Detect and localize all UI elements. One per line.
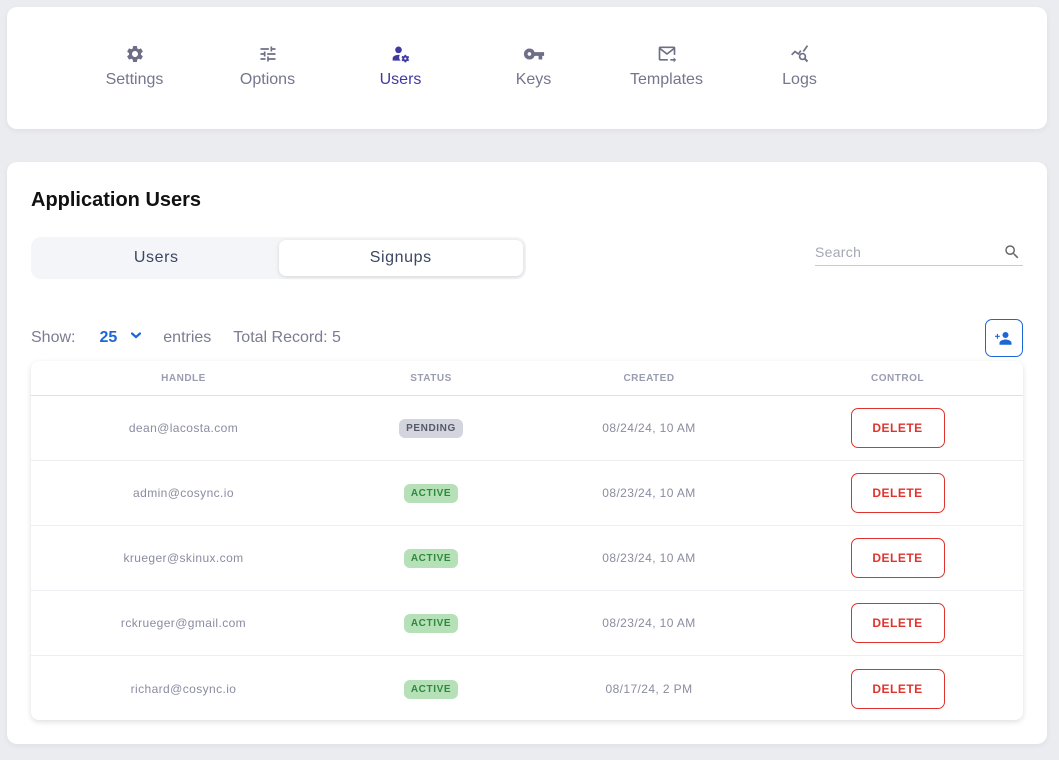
mail-forward-icon [656, 43, 678, 65]
delete-button[interactable]: DELETE [850, 603, 945, 643]
created-date: 08/24/24, 10 AM [602, 421, 696, 435]
search-icon[interactable] [1003, 243, 1021, 261]
nav-label: Logs [782, 71, 817, 88]
search-field [815, 239, 1023, 266]
nav-label: Keys [515, 71, 552, 88]
tab-signups[interactable]: Signups [278, 240, 523, 276]
add-user-button[interactable] [985, 319, 1023, 357]
gear-icon [124, 43, 146, 65]
page-size-select[interactable]: 25 [99, 329, 117, 347]
user-gear-icon [390, 43, 412, 65]
column-header-status[interactable]: STATUS [336, 373, 526, 384]
nav-card: Settings Options Users Keys Templates Lo… [7, 7, 1047, 129]
user-handle: admin@cosync.io [133, 486, 234, 500]
status-badge: PENDING [399, 419, 463, 438]
nav-item-options[interactable]: Options [201, 43, 334, 89]
page-title: Application Users [31, 189, 202, 211]
nav-item-templates[interactable]: Templates [600, 43, 733, 89]
user-type-tabs: Users Signups [31, 237, 526, 279]
users-table: HANDLE STATUS CREATED CONTROL dean@lacos… [31, 361, 1023, 720]
pagination-controls: Show: 25 entries Total Record: 5 [31, 328, 341, 348]
user-handle: dean@lacosta.com [128, 421, 239, 435]
table-row: dean@lacosta.com PENDING 08/24/24, 10 AM… [31, 396, 1023, 461]
status-badge: ACTIVE [403, 484, 459, 503]
sliders-icon [257, 43, 279, 65]
show-label: Show: [31, 329, 76, 346]
entries-label: entries [163, 329, 212, 346]
nav-item-users[interactable]: Users [334, 43, 467, 89]
chart-search-icon [789, 43, 811, 65]
table-row: rckrueger@gmail.com ACTIVE 08/23/24, 10 … [31, 591, 1023, 656]
column-header-created[interactable]: CREATED [526, 373, 772, 384]
table-header: HANDLE STATUS CREATED CONTROL [31, 361, 1023, 396]
created-date: 08/23/24, 10 AM [602, 486, 696, 500]
table-row: krueger@skinux.com ACTIVE 08/23/24, 10 A… [31, 526, 1023, 591]
main-card: Application Users Users Signups Show: 25… [7, 162, 1047, 744]
top-nav: Settings Options Users Keys Templates Lo… [68, 43, 866, 89]
delete-button[interactable]: DELETE [850, 408, 945, 448]
table-row: admin@cosync.io ACTIVE 08/23/24, 10 AM D… [31, 461, 1023, 526]
nav-label: Options [239, 71, 296, 88]
user-handle: rckrueger@gmail.com [120, 616, 247, 630]
chevron-down-icon[interactable] [131, 326, 142, 344]
delete-button[interactable]: DELETE [850, 473, 945, 513]
nav-item-logs[interactable]: Logs [733, 43, 866, 89]
total-records: Total Record: 5 [233, 329, 341, 346]
nav-item-settings[interactable]: Settings [68, 43, 201, 89]
created-date: 08/23/24, 10 AM [602, 616, 696, 630]
nav-label: Settings [105, 71, 164, 88]
nav-item-keys[interactable]: Keys [467, 43, 600, 89]
search-input[interactable] [815, 244, 1003, 260]
created-date: 08/17/24, 2 PM [605, 681, 693, 696]
delete-button[interactable]: DELETE [850, 668, 945, 709]
add-user-icon [995, 332, 1012, 345]
status-badge: ACTIVE [403, 614, 459, 633]
user-handle: richard@cosync.io [130, 681, 237, 696]
status-badge: ACTIVE [403, 679, 459, 699]
user-handle: krueger@skinux.com [123, 551, 244, 565]
nav-label: Templates [630, 71, 703, 88]
column-header-handle[interactable]: HANDLE [31, 373, 336, 384]
nav-label: Users [379, 71, 422, 88]
tab-users[interactable]: Users [34, 240, 279, 276]
status-badge: ACTIVE [403, 549, 459, 568]
created-date: 08/23/24, 10 AM [602, 551, 696, 565]
table-row: richard@cosync.io ACTIVE 08/17/24, 2 PM … [31, 656, 1023, 721]
column-header-control: CONTROL [871, 372, 924, 384]
key-icon [523, 43, 545, 65]
delete-button[interactable]: DELETE [850, 538, 945, 578]
